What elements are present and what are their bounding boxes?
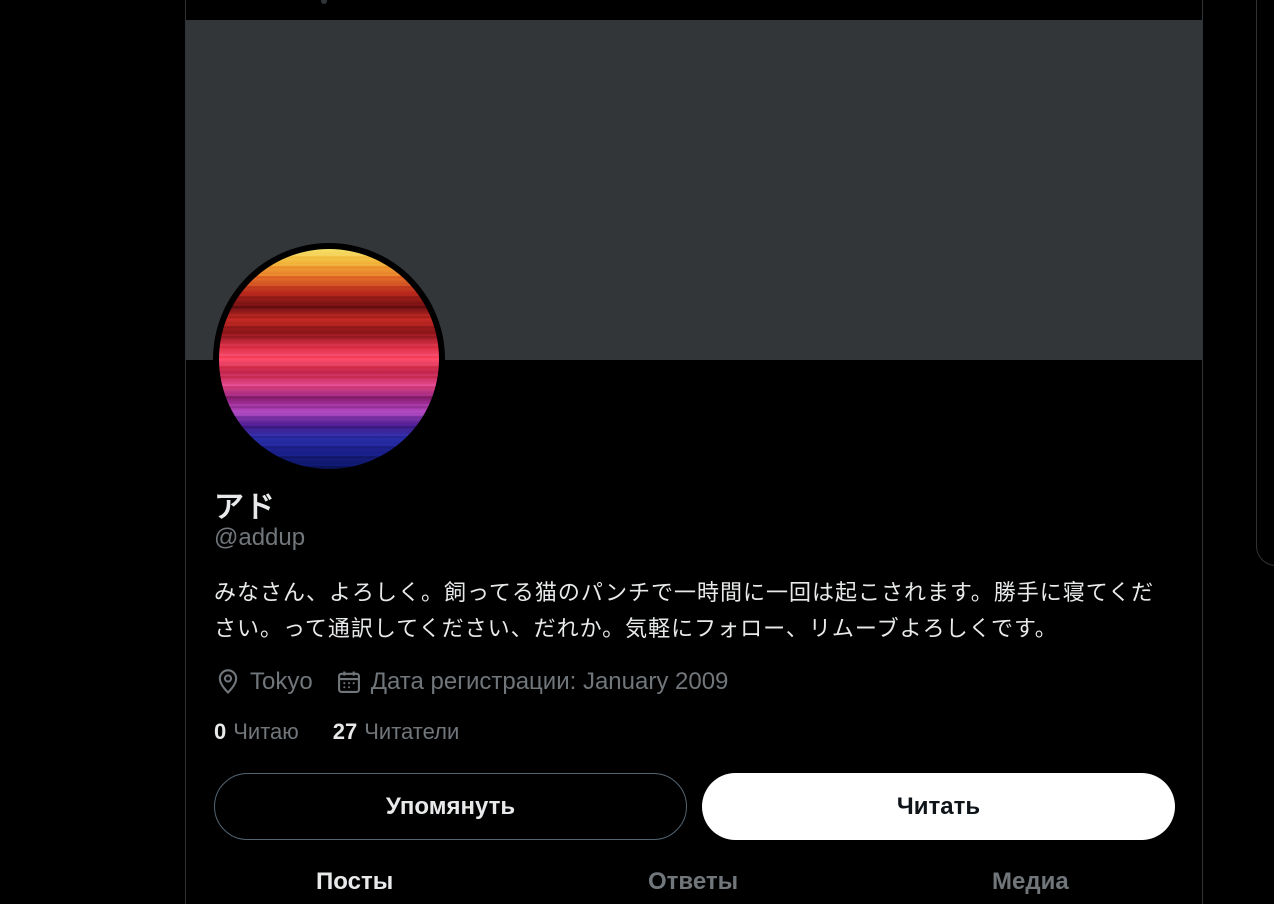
- avatar-image: [219, 249, 439, 469]
- map-pin-icon: [218, 669, 238, 694]
- profile-bio: みなさん、よろしく。飼ってる猫のパンチで一時間に一回は起こされます。勝手に寝てく…: [214, 581, 1155, 642]
- header-fragment: [321, 0, 327, 4]
- mention-button[interactable]: Упомянуть: [214, 773, 687, 840]
- tab-replies[interactable]: Ответы: [648, 868, 738, 896]
- page: アド @addup みなさん、よろしく。飼ってる猫のパンチで一時間に一回は起こさ…: [0, 0, 1274, 904]
- avatar[interactable]: [213, 243, 445, 475]
- joined-item: Дата регистрации: January 2009: [335, 668, 729, 696]
- follow-button[interactable]: Читать: [702, 773, 1175, 840]
- user-handle: @addup: [214, 524, 306, 551]
- avatar-streaks: [219, 249, 439, 469]
- display-name: アド: [214, 491, 276, 524]
- location-item: Tokyo: [214, 668, 313, 696]
- follow-stats: 0 Читаю 27 Читатели: [214, 714, 493, 750]
- tab-media[interactable]: Медиа: [992, 868, 1069, 896]
- joined-text: Дата регистрации: January 2009: [370, 668, 729, 695]
- tab-posts[interactable]: Посты: [316, 868, 393, 896]
- followers-link[interactable]: 27 Читатели: [333, 719, 459, 745]
- following-count: 0: [214, 719, 227, 744]
- header-strip: [186, 0, 1202, 20]
- followers-label: Читатели: [364, 719, 460, 744]
- following-label: Читаю: [233, 719, 299, 744]
- profile-meta: Tokyo Дата регистрации: January 2009: [214, 664, 750, 700]
- profile-column: アド @addup みなさん、よろしく。飼ってる猫のパンチで一時間に一回は起こさ…: [185, 0, 1203, 904]
- calendar-icon: [337, 671, 360, 693]
- followers-count: 27: [332, 719, 358, 744]
- right-panel-edge: [1256, 0, 1274, 566]
- profile-tabs: Посты Ответы Медиа: [186, 858, 1202, 904]
- location-text: Tokyo: [250, 668, 313, 695]
- following-link[interactable]: 0 Читаю: [214, 719, 299, 745]
